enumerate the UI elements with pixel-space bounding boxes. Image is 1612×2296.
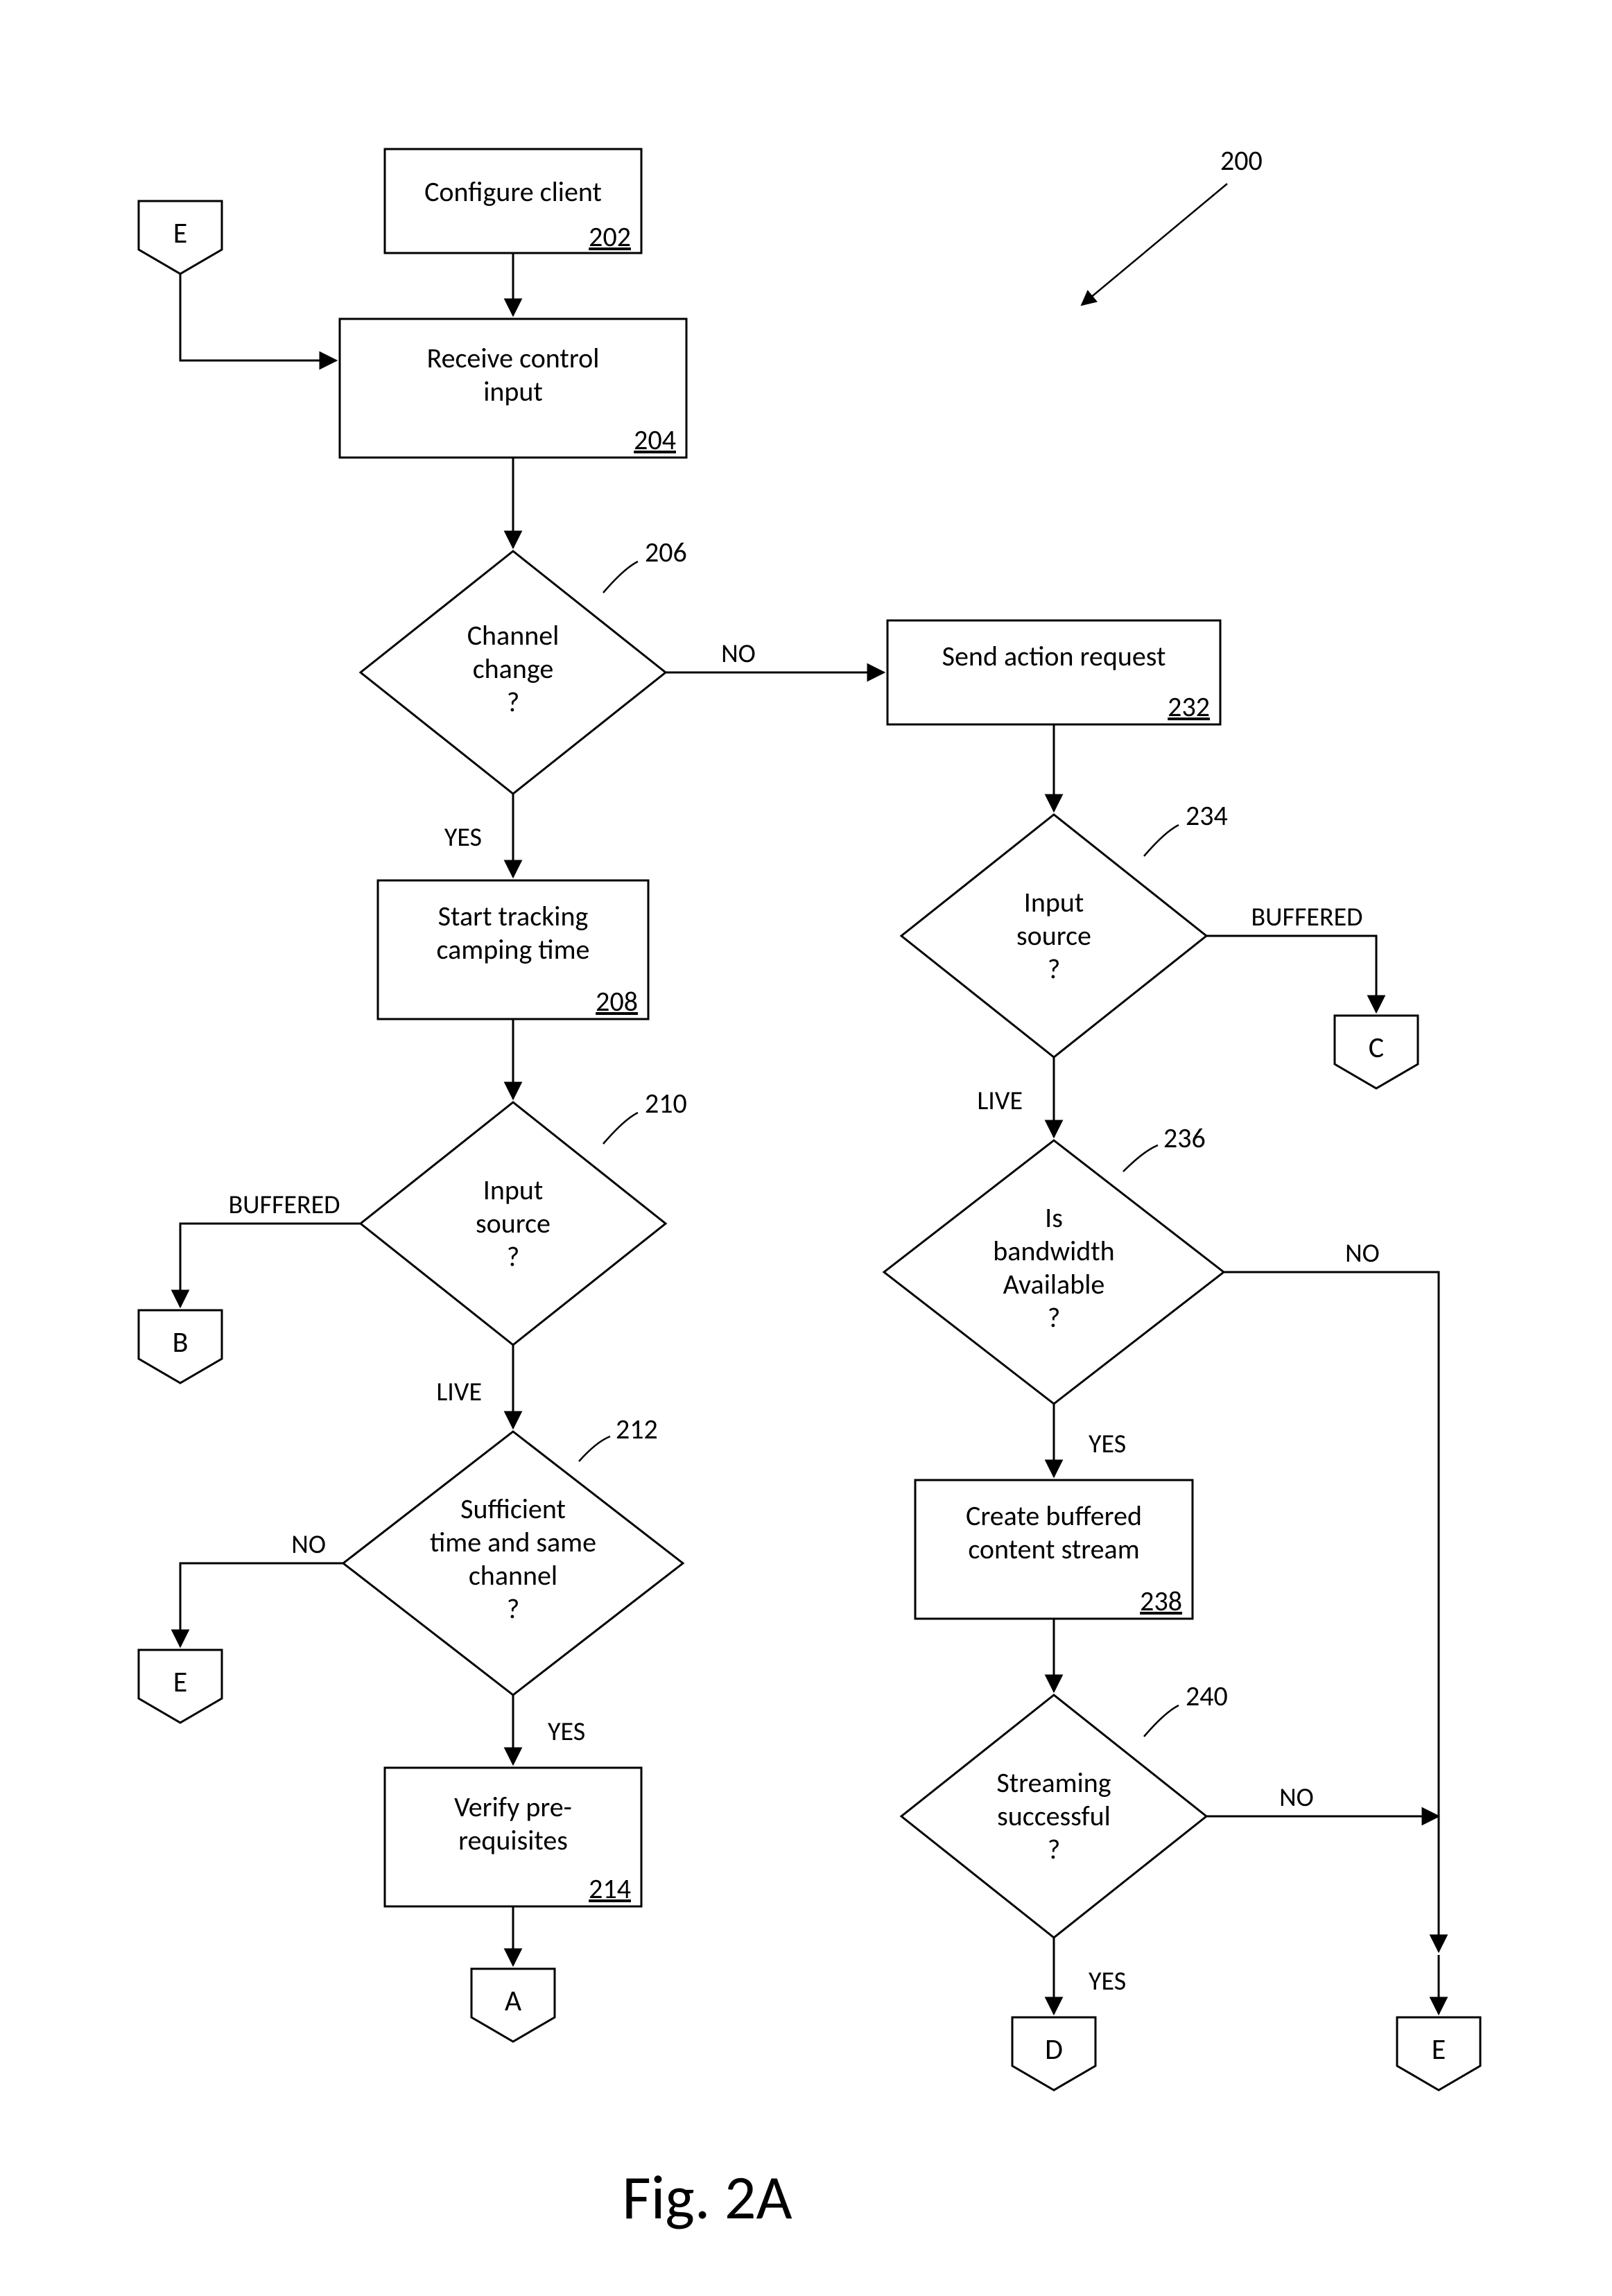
connector-a-label: A: [505, 1983, 522, 2019]
connector-e-top: E: [139, 201, 222, 274]
process-208-ref: 208: [596, 984, 638, 1018]
process-214-verify-prerequisites: Verify pre- requisites 214: [385, 1768, 641, 1906]
process-208-start-tracking-camping-time: Start tracking camping time 208: [378, 880, 648, 1019]
process-238-text1: Create buffered: [966, 1499, 1142, 1533]
decision-240-text2: successful: [997, 1799, 1111, 1833]
decision-236-bandwidth-available: Is bandwidth Available ? 236: [884, 1121, 1224, 1404]
connector-e-212: E: [139, 1650, 222, 1723]
decision-212-sufficient-time-same-channel: Sufficient time and same channel ? 212: [343, 1412, 683, 1695]
connector-a: A: [471, 1969, 555, 2042]
decision-210-text1: Input: [483, 1173, 544, 1207]
decision-240-text1: Streaming: [996, 1766, 1111, 1800]
process-238-ref: 238: [1140, 1584, 1182, 1618]
decision-240-ref: 240: [1186, 1679, 1228, 1713]
figure-ref-200: 200: [1082, 144, 1263, 305]
process-202-text: Configure client: [424, 175, 602, 209]
edge-240-yes-label: YES: [1089, 1965, 1126, 1997]
process-204-receive-control-input: Receive control input 204: [340, 319, 686, 458]
decision-210-text2: source: [476, 1206, 551, 1240]
edge-212-e: [180, 1563, 343, 1646]
edge-236-e: [1224, 1272, 1439, 1951]
decision-240-streaming-successful: Streaming successful ? 240: [901, 1679, 1228, 1938]
connector-e-212-label: E: [173, 1664, 188, 1700]
process-232-text: Send action request: [942, 639, 1166, 673]
edge-234-live-label: LIVE: [977, 1085, 1023, 1117]
decision-234-text2: source: [1016, 919, 1091, 953]
process-208-text2: camping time: [437, 932, 590, 966]
edge-210-live-label: LIVE: [436, 1376, 482, 1408]
process-238-text2: content stream: [968, 1532, 1139, 1566]
connector-d: D: [1012, 2017, 1095, 2090]
edge-210-buffered-label: BUFFERED: [228, 1189, 340, 1221]
decision-206-text3: ?: [507, 685, 520, 719]
connector-e-right-label: E: [1432, 2032, 1446, 2067]
decision-236-ref: 236: [1163, 1121, 1206, 1155]
edge-234-buffered-label: BUFFERED: [1251, 901, 1362, 933]
connector-c-label: C: [1369, 1030, 1384, 1066]
edge-212-no-label: NO: [291, 1529, 326, 1560]
decision-236-text3: Available: [1003, 1267, 1105, 1301]
process-214-text1: Verify pre-: [454, 1790, 572, 1824]
decision-234-text1: Input: [1024, 885, 1084, 919]
connector-d-label: D: [1045, 2032, 1063, 2067]
decision-212-text4: ?: [507, 1592, 520, 1626]
edge-236-no-label: NO: [1345, 1237, 1380, 1269]
edge-210-b: [180, 1224, 361, 1307]
decision-240-text3: ?: [1048, 1832, 1061, 1866]
decision-212-text3: channel: [469, 1558, 557, 1592]
connector-e-top-label: E: [173, 216, 188, 251]
decision-234-ref: 234: [1186, 799, 1228, 833]
figure-ref-label: 200: [1220, 144, 1263, 177]
decision-206-channel-change: Channel change ? 206: [361, 535, 687, 794]
decision-234-input-source: Input source ? 234: [901, 799, 1228, 1057]
figure-caption: Fig. 2A: [622, 2159, 792, 2236]
connector-e-right: E: [1397, 1955, 1480, 2090]
connector-b-label: B: [173, 1325, 189, 1360]
edge-206-yes-label: YES: [444, 821, 482, 853]
decision-212-text2: time and same: [430, 1525, 596, 1559]
process-232-send-action-request: Send action request 232: [887, 620, 1220, 724]
decision-210-text3: ?: [507, 1240, 520, 1273]
flowchart-fig-2a: 200 E Configure client 202 Receive contr…: [0, 0, 1612, 2296]
process-214-text2: requisites: [458, 1823, 568, 1857]
edge-240-no-label: NO: [1279, 1782, 1314, 1814]
process-214-ref: 214: [589, 1872, 631, 1906]
decision-210-ref: 210: [645, 1086, 687, 1120]
decision-236-text1: Is: [1045, 1201, 1063, 1235]
decision-206-text2: change: [473, 652, 554, 686]
edge-212-yes-label: YES: [548, 1716, 585, 1748]
decision-206-ref: 206: [645, 535, 687, 569]
process-204-text2: input: [483, 374, 543, 408]
process-202-ref: 202: [589, 220, 631, 254]
edge-206-no-label: NO: [721, 638, 756, 670]
decision-212-text1: Sufficient: [460, 1492, 566, 1526]
edge-236-yes-label: YES: [1089, 1428, 1126, 1460]
process-202-configure-client: Configure client 202: [385, 149, 641, 254]
process-232-ref: 232: [1168, 690, 1210, 724]
process-208-text1: Start tracking: [438, 899, 589, 933]
process-204-ref: 204: [634, 423, 676, 457]
connector-c: C: [1335, 1016, 1418, 1088]
edge-etop-204: [180, 274, 336, 360]
decision-236-text2: bandwidth: [993, 1234, 1114, 1268]
decision-234-text3: ?: [1048, 952, 1061, 986]
process-204-text1: Receive control: [427, 341, 600, 375]
process-238-create-buffered-content-stream: Create buffered content stream 238: [915, 1480, 1193, 1619]
decision-210-input-source: Input source ? 210: [361, 1086, 687, 1345]
decision-206-text1: Channel: [467, 618, 560, 652]
decision-212-ref: 212: [616, 1412, 658, 1446]
edge-234-c: [1206, 936, 1376, 1012]
connector-b: B: [139, 1310, 222, 1383]
decision-236-text4: ?: [1048, 1301, 1061, 1334]
